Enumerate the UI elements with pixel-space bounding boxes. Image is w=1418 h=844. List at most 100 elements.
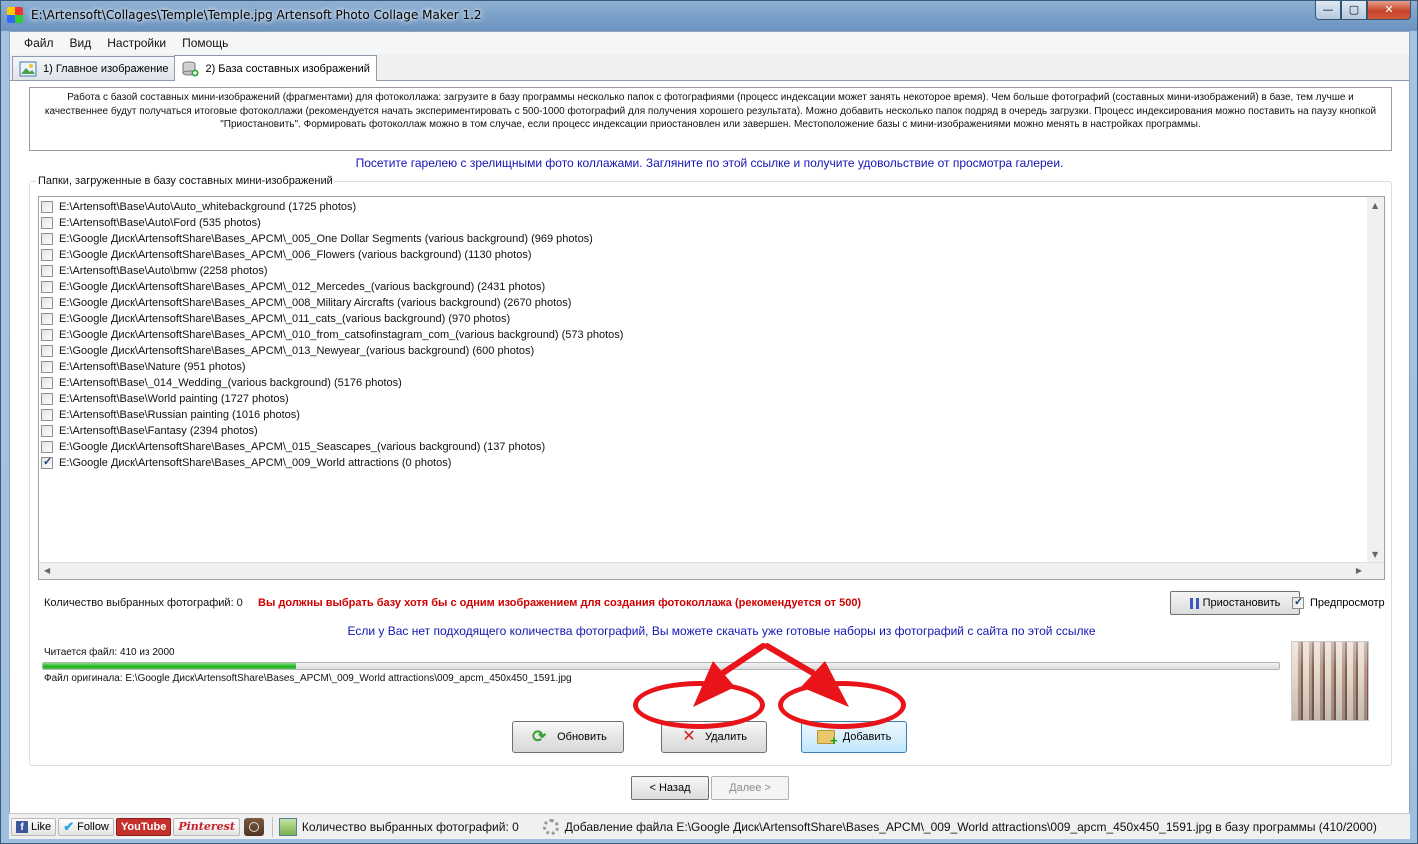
annotation-ring-add xyxy=(778,681,906,729)
folder-path: E:\Artensoft\Base\_014_Wedding_(various … xyxy=(59,377,402,389)
facebook-like-button[interactable]: f Like xyxy=(11,817,57,836)
menu-view[interactable]: Вид xyxy=(62,36,100,50)
folder-checkbox[interactable] xyxy=(41,409,53,421)
maximize-button[interactable]: ▢ xyxy=(1341,1,1367,20)
list-item[interactable]: E:\Google Диск\ArtensoftShare\Bases_APCM… xyxy=(41,455,451,471)
scroll-left-icon[interactable]: ◀ xyxy=(44,566,50,575)
menu-settings[interactable]: Настройки xyxy=(99,36,174,50)
folder-checkbox[interactable] xyxy=(41,297,53,309)
folder-checkbox[interactable] xyxy=(41,265,53,277)
tab-composite-base[interactable]: 2) База составных изображений xyxy=(174,55,377,81)
list-item[interactable]: E:\Artensoft\Base\Auto\Auto_whitebackgro… xyxy=(41,199,356,215)
close-button[interactable]: ✕ xyxy=(1367,1,1411,20)
folder-checkbox[interactable] xyxy=(41,313,53,325)
list-item[interactable]: E:\Google Диск\ArtensoftShare\Bases_APCM… xyxy=(41,327,623,343)
list-item[interactable]: E:\Artensoft\Base\Russian painting (1016… xyxy=(41,407,300,423)
preview-checkbox[interactable]: Предпросмотр xyxy=(1292,595,1385,609)
title-bar[interactable]: E:\Artensoft\Collages\Temple\Temple.jpg … xyxy=(1,1,1417,31)
original-file-path: Файл оригинала: E:\Google Диск\Artensoft… xyxy=(44,673,572,684)
folder-checkbox[interactable] xyxy=(41,281,53,293)
folder-path: E:\Google Диск\ArtensoftShare\Bases_APCM… xyxy=(59,281,546,293)
next-button[interactable]: Далее > xyxy=(711,776,789,800)
folder-checkbox[interactable] xyxy=(41,377,53,389)
image-icon xyxy=(19,61,37,77)
database-icon xyxy=(181,61,199,77)
folder-path: E:\Artensoft\Base\Russian painting (1016… xyxy=(59,409,300,421)
progress-bar xyxy=(42,662,1280,670)
vertical-scrollbar[interactable]: ▲ ▼ xyxy=(1367,197,1384,563)
folder-checkbox[interactable] xyxy=(41,201,53,213)
delete-icon: ✕ xyxy=(682,728,696,745)
menu-file[interactable]: Файл xyxy=(16,36,62,50)
minimize-button[interactable]: — xyxy=(1315,1,1341,20)
status-separator xyxy=(271,816,273,837)
status-selected-count: Количество выбранных фотографий: 0 xyxy=(301,819,519,834)
folder-checkbox[interactable] xyxy=(41,249,53,261)
list-item[interactable]: E:\Artensoft\Base\World painting (1727 p… xyxy=(41,391,289,407)
tab-composite-base-label: 2) База составных изображений xyxy=(205,62,370,75)
folder-path: E:\Artensoft\Base\Auto\Ford (535 photos) xyxy=(59,217,261,229)
list-item[interactable]: E:\Google Диск\ArtensoftShare\Bases_APCM… xyxy=(41,231,593,247)
folder-path: E:\Artensoft\Base\Nature (951 photos) xyxy=(59,361,246,373)
folder-path: E:\Google Диск\ArtensoftShare\Bases_APCM… xyxy=(59,297,572,309)
scroll-right-icon[interactable]: ▶ xyxy=(1356,566,1362,575)
folder-path: E:\Artensoft\Base\Fantasy (2394 photos) xyxy=(59,425,258,437)
list-item[interactable]: E:\Artensoft\Base\Auto\bmw (2258 photos) xyxy=(41,263,268,279)
annotation-ring-delete xyxy=(633,681,765,729)
pinterest-button[interactable]: Pinterest xyxy=(173,817,240,836)
pause-button-label: Приостановить xyxy=(1202,597,1281,609)
back-button[interactable]: < Назад xyxy=(631,776,709,800)
tab-main-image-label: 1) Главное изображение xyxy=(43,62,169,75)
scroll-down-icon[interactable]: ▼ xyxy=(1372,550,1378,559)
add-button-label: Добавить xyxy=(842,731,892,743)
loading-spinner-icon xyxy=(542,818,559,835)
folder-path: E:\Google Диск\ArtensoftShare\Bases_APCM… xyxy=(59,233,593,245)
refresh-button[interactable]: ⟳ Обновить xyxy=(512,721,624,753)
list-item[interactable]: E:\Artensoft\Base\Nature (951 photos) xyxy=(41,359,246,375)
folder-checkbox[interactable] xyxy=(41,425,53,437)
list-item[interactable]: E:\Artensoft\Base\Fantasy (2394 photos) xyxy=(41,423,258,439)
preview-checkbox-box[interactable] xyxy=(1292,595,1304,609)
app-window: E:\Artensoft\Collages\Temple\Temple.jpg … xyxy=(0,0,1418,844)
folder-path: E:\Artensoft\Base\Auto\Auto_whitebackgro… xyxy=(59,201,357,213)
twitter-follow-button[interactable]: ✔ Follow xyxy=(58,817,114,836)
folder-checkbox[interactable] xyxy=(41,329,53,341)
youtube-button[interactable]: YouTube xyxy=(115,817,172,836)
folders-list[interactable]: E:\Artensoft\Base\Auto\Auto_whitebackgro… xyxy=(38,196,1385,580)
list-item[interactable]: E:\Artensoft\Base\Auto\Ford (535 photos) xyxy=(41,215,261,231)
folder-checkbox[interactable] xyxy=(41,345,53,357)
folder-path: E:\Google Диск\ArtensoftShare\Bases_APCM… xyxy=(59,441,546,453)
horizontal-scrollbar[interactable]: ◀ ▶ xyxy=(39,562,1384,579)
folder-checkbox[interactable] xyxy=(41,441,53,453)
scroll-up-icon[interactable]: ▲ xyxy=(1372,201,1378,210)
list-item[interactable]: E:\Artensoft\Base\_014_Wedding_(various … xyxy=(41,375,402,391)
list-item[interactable]: E:\Google Диск\ArtensoftShare\Bases_APCM… xyxy=(41,439,545,455)
folders-group: Папки, загруженные в базу составных мини… xyxy=(29,175,1393,766)
list-item[interactable]: E:\Google Диск\ArtensoftShare\Bases_APCM… xyxy=(41,247,532,263)
gallery-link[interactable]: Посетите гарелею с зрелищными фото колла… xyxy=(10,156,1409,170)
delete-button-label: Удалить xyxy=(705,731,747,743)
folder-path: E:\Google Диск\ArtensoftShare\Bases_APCM… xyxy=(59,457,452,469)
tab-main-image[interactable]: 1) Главное изображение xyxy=(12,56,176,80)
window-title: E:\Artensoft\Collages\Temple\Temple.jpg … xyxy=(31,8,482,22)
list-item[interactable]: E:\Google Диск\ArtensoftShare\Bases_APCM… xyxy=(41,279,545,295)
app-logo-icon xyxy=(7,7,23,23)
folder-checkbox[interactable] xyxy=(41,455,53,469)
folder-checkbox[interactable] xyxy=(41,217,53,229)
warning-message: Вы должны выбрать базу хотя бы с одним и… xyxy=(258,597,862,609)
pause-button[interactable]: Приостановить xyxy=(1170,591,1300,615)
list-item[interactable]: E:\Google Диск\ArtensoftShare\Bases_APCM… xyxy=(41,295,571,311)
folder-checkbox[interactable] xyxy=(41,393,53,405)
menu-help[interactable]: Помощь xyxy=(174,36,236,50)
folder-path: E:\Artensoft\Base\World painting (1727 p… xyxy=(59,393,289,405)
list-item[interactable]: E:\Google Диск\ArtensoftShare\Bases_APCM… xyxy=(41,343,534,359)
download-link[interactable]: Если у Вас нет подходящего количества фо… xyxy=(30,624,1393,638)
info-text: Работа с базой составных мини-изображени… xyxy=(29,87,1392,151)
twitter-label: Follow xyxy=(77,820,109,833)
instagram-icon[interactable] xyxy=(243,817,264,836)
photos-count-icon xyxy=(278,817,297,836)
list-item[interactable]: E:\Google Диск\ArtensoftShare\Bases_APCM… xyxy=(41,311,510,327)
folder-checkbox[interactable] xyxy=(41,361,53,373)
folder-checkbox[interactable] xyxy=(41,233,53,245)
twitter-icon: ✔ xyxy=(63,818,75,834)
